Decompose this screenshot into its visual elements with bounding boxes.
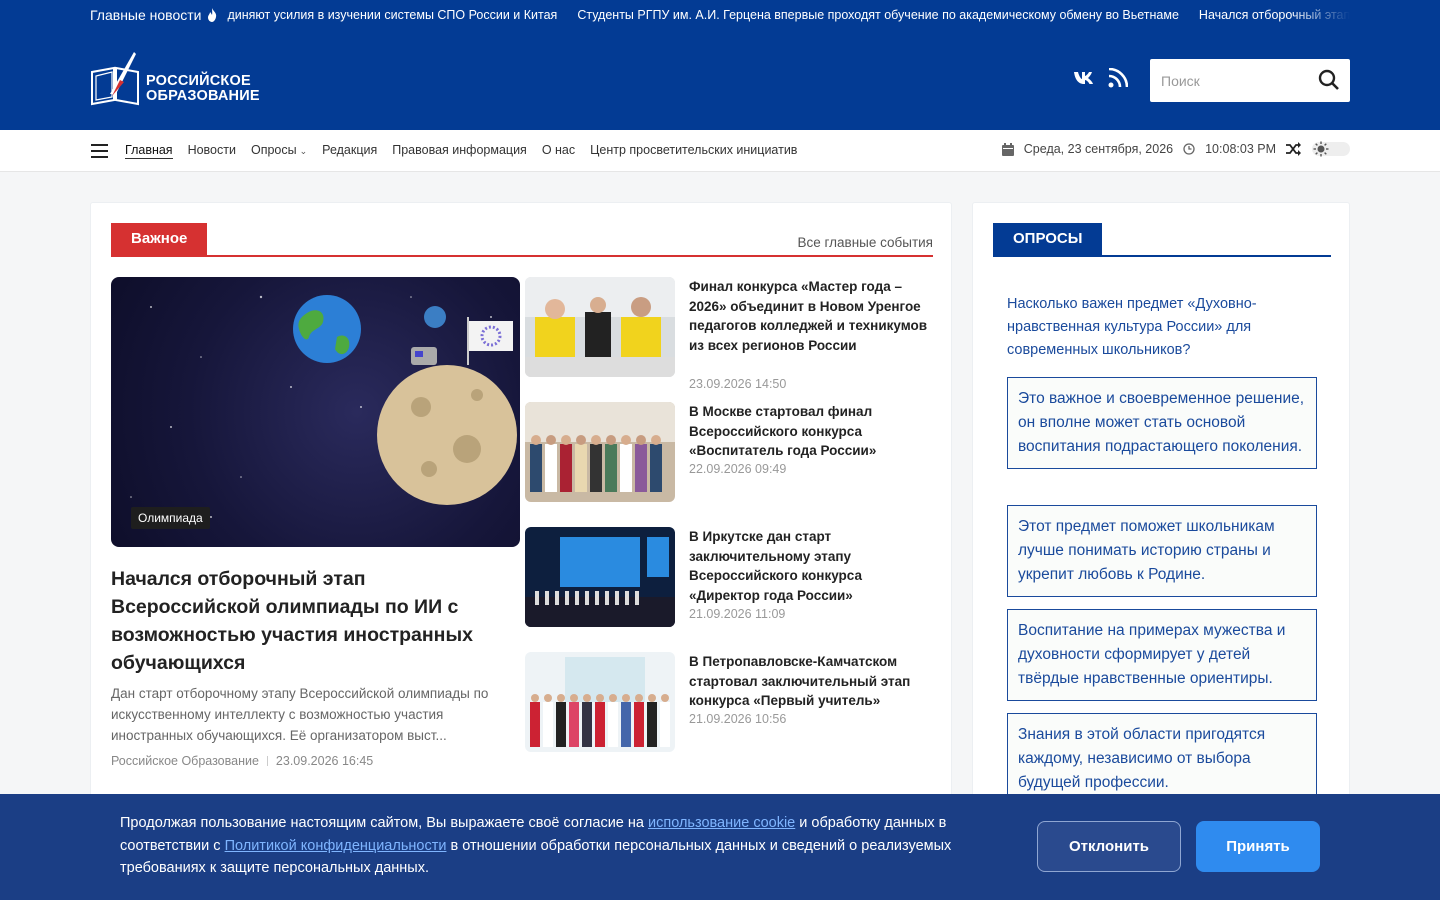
menu-icon[interactable]: [91, 144, 108, 158]
ticker-item[interactable]: диняют усилия в изучении системы СПО Рос…: [227, 8, 557, 22]
site-logo[interactable]: РОССИЙСКОЕ ОБРАЗОВАНИЕ: [90, 50, 260, 108]
thumbnail-image: [525, 277, 675, 377]
cookie-text: Продолжая пользование настоящим сайтом, …: [120, 815, 952, 876]
rss-icon[interactable]: [1108, 68, 1128, 88]
search-icon[interactable]: [1318, 69, 1340, 91]
search-box: [1150, 59, 1350, 102]
flame-icon: [208, 8, 217, 22]
ticker-label: Главные новости: [90, 7, 217, 23]
sun-icon: [1313, 141, 1329, 157]
nav-item-polls[interactable]: Опросы ⌄: [251, 143, 307, 159]
main-nav: Главная Новости Опросы ⌄ Редакция Правова…: [0, 130, 1440, 172]
news-date: 21.09.2026 10:56: [689, 712, 787, 726]
news-title[interactable]: В Москве стартовал финал Всероссийского …: [689, 402, 929, 461]
ticker-items: диняют усилия в изучении системы СПО Рос…: [227, 8, 1350, 22]
nav-item-home[interactable]: Главная: [125, 143, 173, 159]
poll-option[interactable]: Знания в этой области пригодятся каждому…: [1007, 713, 1317, 805]
poll-section: ОПРОСЫ Насколько важен предмет «Духовно-…: [972, 202, 1350, 812]
chevron-down-icon: ⌄: [299, 146, 308, 156]
current-date: Среда, 23 сентября, 2026: [1023, 142, 1174, 156]
section-header: Важное Все главные события: [111, 223, 933, 257]
calendar-icon: [1001, 142, 1014, 156]
shuffle-icon[interactable]: [1286, 142, 1302, 156]
list-item[interactable]: Финал конкурса «Мастер года – 2026» объе…: [525, 277, 935, 397]
news-thumbnail[interactable]: [525, 652, 675, 752]
ticker-fade: [1290, 0, 1350, 30]
section-tag: Важное: [111, 223, 208, 255]
nav-item-center[interactable]: Центр просветительских инициатив: [590, 143, 797, 159]
list-item[interactable]: В Москве стартовал финал Всероссийского …: [525, 402, 935, 507]
logo-text: РОССИЙСКОЕ ОБРАЗОВАНИЕ: [146, 73, 260, 104]
ticker-item[interactable]: Студенты РГПУ им. А.И. Герцена впервые п…: [577, 8, 1179, 22]
news-thumbnail[interactable]: [525, 527, 675, 627]
poll-option[interactable]: Воспитание на примерах мужества и духовн…: [1007, 609, 1317, 701]
news-date: 21.09.2026 11:09: [689, 607, 786, 621]
site-header: Главные новости диняют усилия в изучении…: [0, 0, 1440, 130]
nav-item-news[interactable]: Новости: [188, 143, 236, 159]
news-ticker: Главные новости диняют усилия в изучении…: [90, 0, 1350, 30]
news-thumbnail[interactable]: [525, 402, 675, 502]
list-item[interactable]: В Петропавловске-Камчатском стартовал за…: [525, 652, 935, 757]
theme-toggle[interactable]: [1312, 141, 1350, 157]
hero-author[interactable]: Российское Образование: [111, 754, 259, 768]
accept-button[interactable]: Принять: [1196, 821, 1320, 872]
news-title[interactable]: Финал конкурса «Мастер года – 2026» объе…: [689, 277, 929, 356]
reject-button[interactable]: Отклонить: [1037, 821, 1181, 872]
thumbnail-image: [525, 527, 675, 627]
nav-item-editorial[interactable]: Редакция: [322, 143, 377, 159]
news-title[interactable]: В Петропавловске-Камчатском стартовал за…: [689, 652, 929, 711]
poll-option[interactable]: Этот предмет поможет школьникам лучше по…: [1007, 505, 1317, 597]
important-news-section: Важное Все главные события Олимпиада Нач…: [90, 202, 952, 812]
thumbnail-image: [525, 652, 675, 752]
hero-description: Дан старт отборочному этапу Всероссийско…: [111, 686, 489, 743]
hero-date: 23.09.2026 16:45: [275, 754, 374, 768]
poll-header: ОПРОСЫ: [993, 223, 1331, 257]
logo-book-icon: [91, 52, 139, 106]
poll-option[interactable]: Это важное и своевременное решение, он в…: [1007, 377, 1317, 469]
current-time: 10:08:03 PM: [1205, 142, 1276, 156]
social-links: [1074, 68, 1128, 88]
thumbnail-image: [525, 402, 675, 502]
clock-icon: [1183, 143, 1195, 155]
hero-image[interactable]: Олимпиада: [111, 277, 520, 547]
hero-meta: Российское Образование 23.09.2026 16:45: [111, 754, 373, 768]
category-badge[interactable]: Олимпиада: [131, 507, 210, 529]
vk-icon[interactable]: [1074, 71, 1096, 85]
search-input[interactable]: [1150, 72, 1310, 89]
nav-item-legal[interactable]: Правовая информация: [392, 143, 527, 159]
nav-right: Среда, 23 сентября, 2026 10:08:03 PM: [1001, 141, 1350, 157]
hero-title[interactable]: Начался отборочный этап Всероссийской ол…: [111, 565, 511, 677]
all-news-link[interactable]: Все главные события: [798, 235, 934, 250]
cookie-banner: Продолжая пользование настоящим сайтом, …: [0, 794, 1440, 900]
cookie-policy-link[interactable]: использование cookie: [648, 815, 795, 831]
meta-divider: [266, 756, 268, 766]
news-thumbnail[interactable]: [525, 277, 675, 377]
news-date: 23.09.2026 14:50: [689, 377, 787, 391]
privacy-policy-link[interactable]: Политикой конфиденциальности: [225, 838, 447, 854]
poll-tag: ОПРОСЫ: [993, 223, 1103, 255]
nav-item-about[interactable]: О нас: [542, 143, 575, 159]
list-item[interactable]: В Иркутске дан старт заключительному эта…: [525, 527, 935, 632]
poll-question: Насколько важен предмет «Духовно-нравств…: [1007, 296, 1257, 358]
news-title[interactable]: В Иркутске дан старт заключительному эта…: [689, 527, 929, 606]
nav-menu: Главная Новости Опросы ⌄ Редакция Правова…: [125, 143, 797, 159]
news-date: 22.09.2026 09:49: [689, 462, 787, 476]
